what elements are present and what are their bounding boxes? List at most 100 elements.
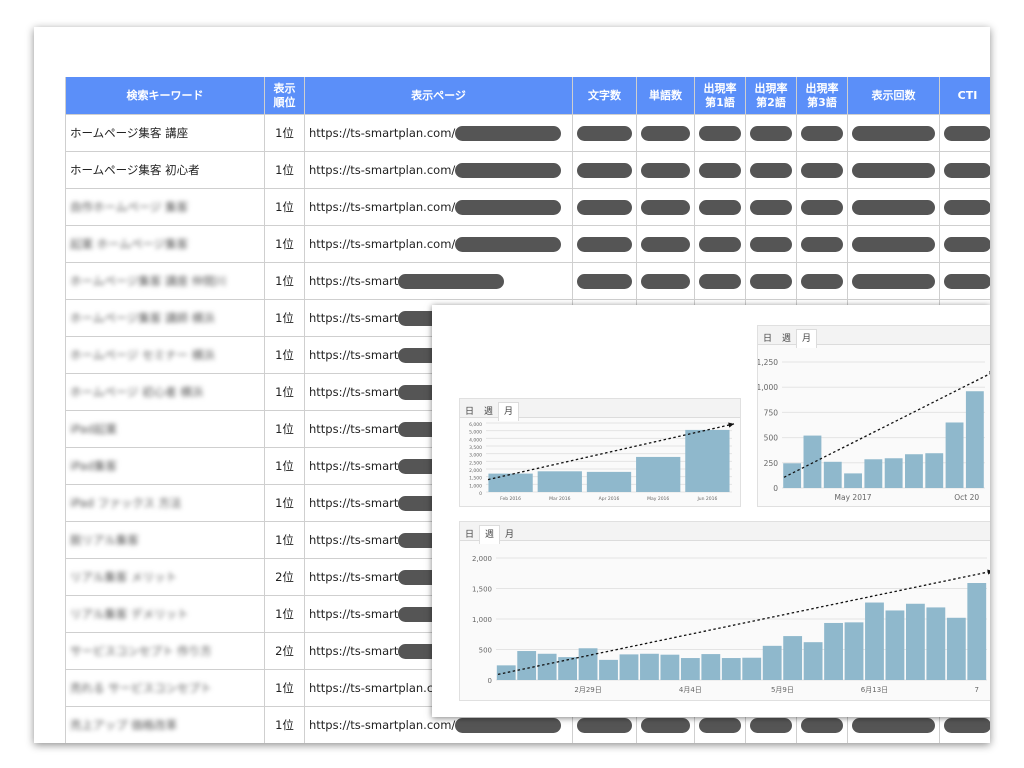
- keyword-cell[interactable]: ホームページ集客 講師 横浜: [65, 299, 265, 337]
- rank-cell[interactable]: 2位: [264, 558, 305, 596]
- rank-cell[interactable]: 2位: [264, 632, 305, 670]
- freq2-cell[interactable]: [745, 262, 797, 300]
- rank-cell[interactable]: 1位: [264, 114, 305, 152]
- keyword-cell[interactable]: ホームページ集客 講座: [65, 114, 265, 152]
- redacted-value: [699, 717, 741, 733]
- keyword-cell[interactable]: ホームページ集客 講座 仲間川: [65, 262, 265, 300]
- freq1-cell[interactable]: [694, 114, 746, 152]
- keyword-cell[interactable]: 自作ホームページ 集客: [65, 188, 265, 226]
- ctr-cell[interactable]: [939, 188, 990, 226]
- keyword-cell[interactable]: ホームページ 初心者 横浜: [65, 373, 265, 411]
- header-chars[interactable]: 文字数: [572, 77, 637, 115]
- keyword-cell[interactable]: iPad起業: [65, 410, 265, 448]
- redacted-value: [641, 125, 690, 141]
- words-cell[interactable]: [636, 225, 695, 263]
- words-cell[interactable]: [636, 151, 695, 189]
- freq2-cell[interactable]: [745, 225, 797, 263]
- freq1-cell[interactable]: [694, 225, 746, 263]
- keyword-cell[interactable]: iPad集客: [65, 447, 265, 485]
- redacted-url-path: [455, 717, 562, 733]
- page-url-cell[interactable]: https://ts-smartplan.com/: [304, 151, 573, 189]
- keyword-cell[interactable]: リアル集客 メリット: [65, 558, 265, 596]
- words-cell[interactable]: [636, 262, 695, 300]
- keyword-cell[interactable]: 売れる サービスコンセプト: [65, 669, 265, 707]
- bar: [884, 458, 903, 488]
- keyword-cell[interactable]: サービスコンセプト 作り方: [65, 632, 265, 670]
- bar: [905, 454, 923, 488]
- keyword-cell[interactable]: 脱リアル集客: [65, 521, 265, 559]
- freq3-cell[interactable]: [796, 114, 848, 152]
- chars-cell[interactable]: [572, 151, 637, 189]
- page-url-cell[interactable]: https://ts-smartplan.com/: [304, 225, 573, 263]
- freq3-cell[interactable]: [796, 262, 848, 300]
- ctr-cell[interactable]: [939, 114, 990, 152]
- bar: [967, 583, 987, 680]
- rank-cell[interactable]: 1位: [264, 706, 305, 743]
- page-url-cell[interactable]: https://ts-smartplan.com/: [304, 114, 573, 152]
- impressions-cell[interactable]: [847, 225, 940, 263]
- bar-chart-svg: 0 1,0001,500 2,000 2,5003,000 3,500 4,0005,00…: [469, 422, 735, 502]
- impressions-cell[interactable]: [847, 262, 940, 300]
- freq3-cell[interactable]: [796, 225, 848, 263]
- keyword-cell[interactable]: 起業 ホームページ集客: [65, 225, 265, 263]
- table-row[interactable]: ホームページ集客 初心者 1位 https://ts-smartplan.com/: [65, 151, 990, 189]
- table-row[interactable]: ホームページ集客 講座 1位 https://ts-smartplan.com/: [65, 114, 990, 152]
- freq1-cell[interactable]: [694, 151, 746, 189]
- rank-cell[interactable]: 1位: [264, 447, 305, 485]
- keyword-cell[interactable]: 売上アップ 価格改革: [65, 706, 265, 743]
- freq2-cell[interactable]: [745, 188, 797, 226]
- keyword-cell[interactable]: リアル集客 デメリット: [65, 595, 265, 633]
- freq1-cell[interactable]: [694, 188, 746, 226]
- freq3-cell[interactable]: [796, 151, 848, 189]
- freq1-cell[interactable]: [694, 262, 746, 300]
- keyword-cell[interactable]: ホームページ セミナー 横浜: [65, 336, 265, 374]
- impressions-cell[interactable]: [847, 114, 940, 152]
- rank-cell[interactable]: 1位: [264, 373, 305, 411]
- freq2-cell[interactable]: [745, 151, 797, 189]
- rank-cell[interactable]: 1位: [264, 151, 305, 189]
- rank-cell[interactable]: 1位: [264, 262, 305, 300]
- chars-cell[interactable]: [572, 225, 637, 263]
- words-cell[interactable]: [636, 114, 695, 152]
- impressions-cell[interactable]: [847, 188, 940, 226]
- rank-cell[interactable]: 1位: [264, 410, 305, 448]
- ctr-cell[interactable]: [939, 225, 990, 263]
- page-url-cell[interactable]: https://ts-smart: [304, 262, 573, 300]
- header-freq2[interactable]: 出現率 第2語: [745, 77, 797, 115]
- rank-cell[interactable]: 1位: [264, 521, 305, 559]
- freq3-cell[interactable]: [796, 188, 848, 226]
- table-row[interactable]: ホームページ集客 講座 仲間川 1位 https://ts-smart: [65, 262, 990, 300]
- chars-cell[interactable]: [572, 188, 637, 226]
- header-page[interactable]: 表示ページ: [304, 77, 573, 115]
- header-impressions[interactable]: 表示回数: [847, 77, 940, 115]
- rank-cell[interactable]: 1位: [264, 669, 305, 707]
- words-cell[interactable]: [636, 188, 695, 226]
- ctr-cell[interactable]: [939, 262, 990, 300]
- rank-cell[interactable]: 1位: [264, 595, 305, 633]
- header-freq3[interactable]: 出現率 第3語: [796, 77, 848, 115]
- table-row[interactable]: 起業 ホームページ集客 1位 https://ts-smartplan.com/: [65, 225, 990, 263]
- keyword-cell[interactable]: iPad ファックス 方法: [65, 484, 265, 522]
- keyword-text: iPad起業: [70, 422, 117, 436]
- page-url-cell[interactable]: https://ts-smartplan.com/: [304, 188, 573, 226]
- chars-cell[interactable]: [572, 114, 637, 152]
- rank-cell[interactable]: 1位: [264, 336, 305, 374]
- rank-cell[interactable]: 1位: [264, 484, 305, 522]
- header-keyword[interactable]: 検索キーワード: [65, 77, 265, 115]
- keyword-text: ホームページ集客 初心者: [70, 163, 200, 177]
- table-row[interactable]: 自作ホームページ 集客 1位 https://ts-smartplan.com/: [65, 188, 990, 226]
- redacted-value: [944, 125, 990, 141]
- rank-cell[interactable]: 1位: [264, 299, 305, 337]
- freq2-cell[interactable]: [745, 114, 797, 152]
- chars-cell[interactable]: [572, 262, 637, 300]
- header-freq1[interactable]: 出現率 第1語: [694, 77, 746, 115]
- rank-cell[interactable]: 1位: [264, 188, 305, 226]
- impressions-cell[interactable]: [847, 151, 940, 189]
- header-rank[interactable]: 表示 順位: [264, 77, 305, 115]
- ctr-cell[interactable]: [939, 151, 990, 189]
- keyword-cell[interactable]: ホームページ集客 初心者: [65, 151, 265, 189]
- header-words[interactable]: 単語数: [636, 77, 695, 115]
- bar-chart-svg: 0 250 500 750 1,000 1,250 May 2017 Oct 20: [758, 358, 990, 502]
- rank-cell[interactable]: 1位: [264, 225, 305, 263]
- header-ctr[interactable]: CTI: [939, 77, 990, 115]
